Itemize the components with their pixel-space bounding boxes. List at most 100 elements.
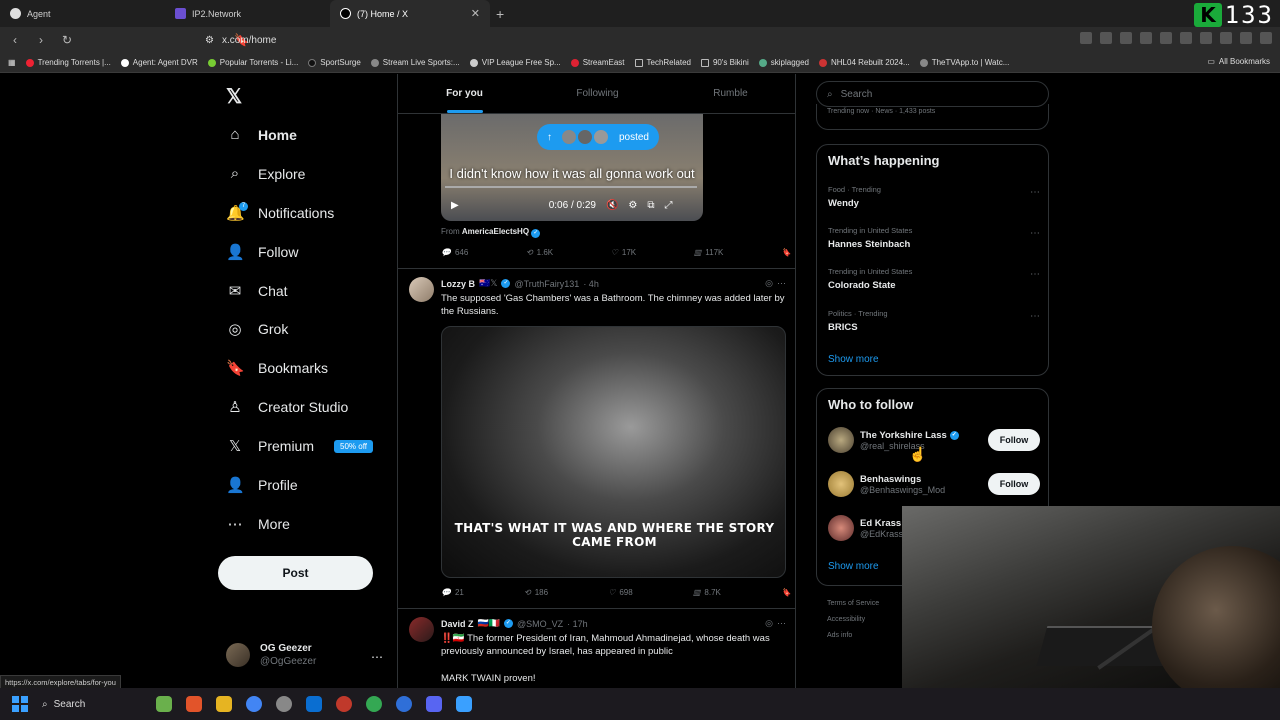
chrome-icon[interactable] [246,696,262,712]
video-progress-bar[interactable] [445,186,697,188]
post-button[interactable]: Post [218,556,373,590]
views-button[interactable]: ▥ 117K [694,248,724,257]
site-info-icon[interactable]: ⚙ [205,35,214,46]
tweet-age[interactable]: · 17h [567,619,588,629]
grok-icon[interactable]: ◎ [765,618,773,629]
extension-icon[interactable] [1120,32,1132,44]
extension-icon[interactable] [1260,32,1272,44]
taskbar-search[interactable]: ⌕ Search [42,699,142,710]
trend-item[interactable]: Trending in United States Colorado State… [828,267,1040,291]
tab-x-home[interactable]: (7) Home / X ✕ [330,0,490,27]
discord-icon[interactable] [426,696,442,712]
app-icon[interactable] [456,696,472,712]
nav-creator-studio[interactable]: ♙ Creator Studio [226,398,348,416]
search-input[interactable]: ⌕ Search [816,81,1049,107]
bookmark-item[interactable]: skiplagged [758,58,809,67]
footer-link[interactable]: Accessibility [827,612,907,628]
bookmark-item[interactable]: StreamEast [570,58,625,67]
author-handle[interactable]: @SMO_VZ [517,619,563,629]
account-switcher[interactable]: OG Geezer @OgGeezer [226,642,316,668]
app-icon[interactable] [396,696,412,712]
bookmark-item[interactable]: Popular Torrents - Li... [207,58,298,67]
all-bookmarks[interactable]: ▭ All Bookmarks [1207,57,1270,66]
follow-button[interactable]: Follow [988,473,1040,495]
nav-grok[interactable]: ◎ Grok [226,320,288,338]
new-tab-button[interactable]: + [496,6,504,22]
app-icon[interactable] [336,696,352,712]
mute-icon[interactable]: 🔇 [606,200,618,211]
tab-agent[interactable]: Agent [0,0,165,27]
bookmark-item[interactable]: TheTVApp.to | Watc... [919,58,1009,67]
extension-icon[interactable] [1180,32,1192,44]
forward-icon[interactable]: › [34,33,48,47]
bookmark-button[interactable]: 🔖 [781,248,791,257]
nav-chat[interactable]: ✉ Chat [226,282,288,300]
avatar[interactable] [409,277,434,302]
extension-icon[interactable] [1240,32,1252,44]
author-handle[interactable]: @TruthFairy131 [514,279,579,289]
views-button[interactable]: ▥ 8.7K [693,588,721,597]
repost-button[interactable]: ⟲ 186 [524,588,548,597]
app-icon[interactable] [276,696,292,712]
avatar[interactable] [409,617,434,642]
tab-for-you[interactable]: For you [398,74,531,113]
bookmark-item[interactable]: SportSurge [308,58,361,67]
trend-item[interactable]: Trending in United States Hannes Steinba… [828,226,1040,250]
follow-suggestion[interactable]: Benhaswings @Benhaswings_Mod Follow [828,471,1040,497]
more-icon[interactable]: ⋯ [1030,311,1040,322]
file-explorer-icon[interactable] [216,696,232,712]
close-icon[interactable]: ✕ [471,7,480,20]
bookmark-folder[interactable]: TechRelated [634,58,691,67]
nav-more[interactable]: ⋯ More [226,515,290,533]
back-icon[interactable]: ‹ [8,33,22,47]
address-bar[interactable]: ⚙ x.com/home [205,30,950,50]
extension-icon[interactable] [1080,32,1092,44]
video-player[interactable]: ↑ posted I didn't know how it was all go… [441,114,703,221]
bookmark-item[interactable]: VIP League Free Sp... [469,58,561,67]
more-icon[interactable]: ⋯ [1030,187,1040,198]
footer-link[interactable]: Ads info [827,628,907,644]
bookmark-button[interactable]: 🔖 [781,588,791,597]
extension-icon[interactable] [1200,32,1212,44]
like-button[interactable]: ♡ 17K [611,248,636,257]
tab-rumble[interactable]: Rumble [664,74,795,113]
author-name[interactable]: Lozzy B [441,279,475,289]
tweet-age[interactable]: · 4h [583,279,599,289]
nav-explore[interactable]: ⌕ Explore [226,165,306,182]
nav-bookmarks[interactable]: 🔖 Bookmarks [226,359,328,377]
apps-icon[interactable]: ▦ [8,58,16,67]
brave-icon[interactable] [186,696,202,712]
nav-follow[interactable]: 👤 Follow [226,243,298,261]
show-more-link[interactable]: Show more [828,561,879,572]
x-logo-icon[interactable]: 𝕏 [226,84,242,109]
account-more-icon[interactable]: ⋯ [371,650,383,664]
bookmark-item[interactable]: Trending Torrents |... [25,58,111,67]
bookmark-folder[interactable]: 90's Bikini [700,58,749,67]
more-icon[interactable]: ⋯ [1030,269,1040,280]
app-icon[interactable] [306,696,322,712]
chrome-icon[interactable] [366,696,382,712]
trend-fragment[interactable]: Trending now · News · 1,433 posts [816,104,1049,130]
reload-icon[interactable]: ↻ [60,33,74,47]
trend-item[interactable]: Food · Trending Wendy ⋯ [828,185,1040,209]
grok-icon[interactable]: ◎ [765,278,773,289]
play-icon[interactable]: ▶ [451,200,459,211]
bookmark-item[interactable]: Agent: Agent DVR [120,58,198,67]
reply-button[interactable]: 💬 21 [441,588,464,597]
extension-icon[interactable] [1100,32,1112,44]
trend-item[interactable]: Politics · Trending BRICS ⋯ [828,309,1040,333]
nav-home[interactable]: ⌂ Home [226,126,296,143]
follow-suggestion[interactable]: The Yorkshire Lass ✓ @real_shirelass Foll… [828,427,1040,453]
fullscreen-icon[interactable]: ⤢ [665,200,673,211]
more-icon[interactable]: ⋯ [777,278,786,289]
widget-icon[interactable] [156,696,172,712]
more-icon[interactable]: ⋯ [1030,228,1040,239]
repost-button[interactable]: ⟲ 1.6K [526,248,553,257]
tab-following[interactable]: Following [531,74,664,113]
like-button[interactable]: ♡ 698 [608,588,633,597]
bookmark-item[interactable]: Stream Live Sports:... [370,58,460,67]
extension-icon[interactable] [1160,32,1172,44]
extension-icon[interactable] [1140,32,1152,44]
video-player[interactable]: THAT'S WHAT IT WAS AND WHERE THE STORY C… [441,326,786,578]
nav-premium[interactable]: 𝕏 Premium 50% off [226,437,373,455]
